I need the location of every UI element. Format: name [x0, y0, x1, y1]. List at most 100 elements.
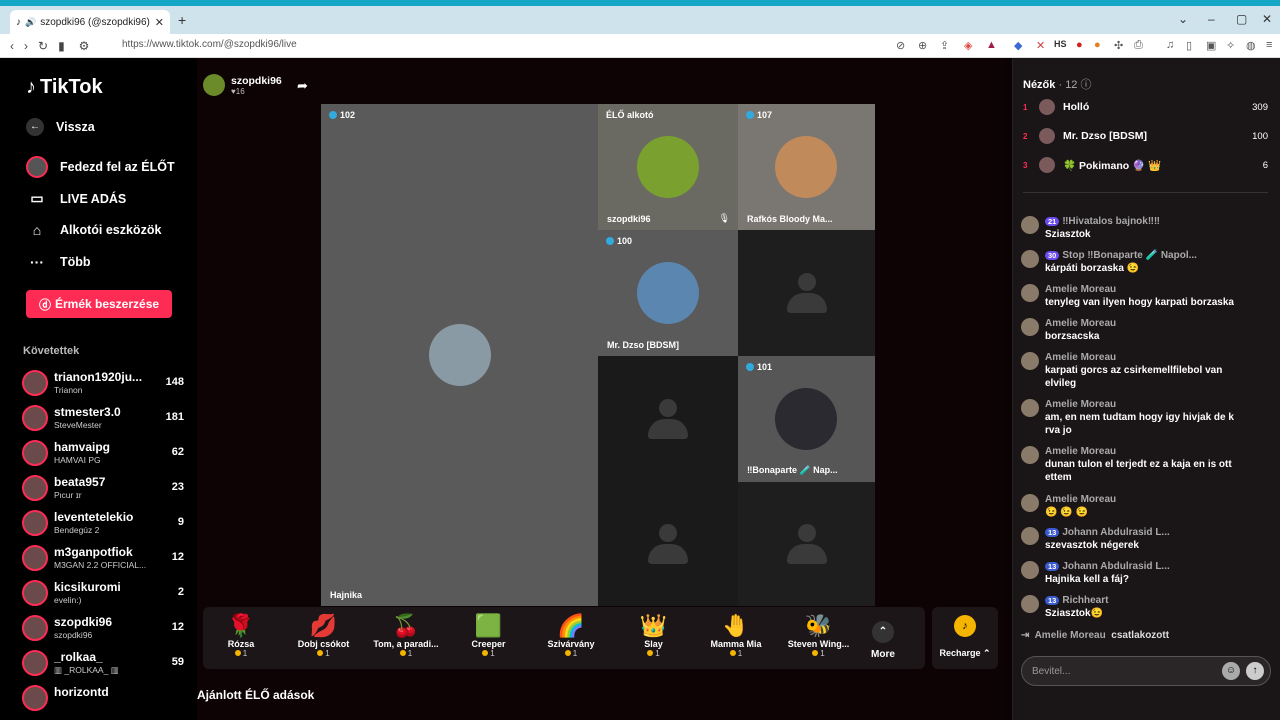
- tile-badge: 101: [746, 362, 772, 372]
- message-text: am, en nem tudtam hogy igy hivjak de k r…: [1045, 412, 1234, 436]
- following-item[interactable]: kicsikuromi evelin:) 2: [22, 578, 186, 610]
- extension-icon[interactable]: HS: [1054, 39, 1067, 49]
- nav-creator-tools[interactable]: ⌂ Alkotói eszközök: [26, 222, 162, 238]
- gift-item[interactable]: 🤚 Mamma Mia 1: [701, 613, 771, 658]
- close-window-icon[interactable]: ✕: [1262, 12, 1272, 26]
- message-text: kárpáti borzaska 😉: [1045, 263, 1140, 274]
- viewers-header[interactable]: Nézők · 12 ⓘ: [1023, 76, 1092, 92]
- emoji-icon[interactable]: ☺: [1222, 662, 1240, 680]
- puzzle-icon[interactable]: ✣: [1114, 39, 1123, 52]
- nav-live[interactable]: ▭ LIVE ADÁS: [26, 190, 126, 207]
- nav-explore-live[interactable]: Fedezd fel az ÉLŐT: [26, 156, 175, 178]
- top-viewer-row[interactable]: 2 Mr. Dzso [BDSM] 100: [1023, 125, 1268, 147]
- wallet-icon[interactable]: ▣: [1206, 39, 1216, 52]
- guest-tile-main[interactable]: 102 Hajnika: [321, 104, 598, 606]
- gift-item[interactable]: 💋 Dobj csókot 1: [289, 613, 359, 658]
- info-icon[interactable]: ⓘ: [1081, 79, 1092, 91]
- sidebar-icon[interactable]: ▯: [1186, 39, 1192, 52]
- gift-item[interactable]: 🍒 Tom, a paradi... 1: [371, 613, 441, 658]
- following-name: _rolkaa_: [54, 650, 103, 664]
- input-placeholder: Bevitel...: [1032, 666, 1071, 677]
- extension-icon[interactable]: ●: [1076, 39, 1083, 51]
- message-text: borzsacska: [1045, 331, 1100, 342]
- following-item[interactable]: horizontd: [22, 683, 186, 715]
- gift-item[interactable]: 🌈 Szivárvány 1: [536, 613, 606, 658]
- zoom-icon[interactable]: ⊕: [918, 39, 927, 52]
- guest-tile[interactable]: 101 ‼Bonaparte 🧪 Nap...: [738, 356, 875, 482]
- host-info[interactable]: szopdki96 ♥16: [203, 74, 282, 96]
- more-gifts-button[interactable]: ⌃ More: [871, 621, 895, 660]
- level-badge: 30: [1045, 251, 1060, 260]
- following-item[interactable]: m3ganpotfiok M3GAN 2.2 OFFICIAL... 12: [22, 543, 186, 575]
- translate-icon[interactable]: ⊘: [896, 39, 905, 52]
- close-tab-icon[interactable]: ✕: [155, 16, 164, 29]
- gift-item[interactable]: 🐝 Steven Wing... 1: [784, 613, 854, 658]
- reload-icon[interactable]: ↻: [38, 39, 48, 53]
- tiktok-logo[interactable]: ♪ TikTok: [26, 76, 103, 99]
- guest-avatar: [429, 324, 491, 386]
- forward-icon[interactable]: ›: [24, 39, 28, 53]
- tiktok-note-icon: ♪: [26, 76, 36, 98]
- extension-icon[interactable]: ✕: [1036, 39, 1045, 52]
- leo-icon[interactable]: ✧: [1226, 39, 1235, 52]
- empty-seat[interactable]: [738, 482, 875, 606]
- empty-seat[interactable]: [598, 482, 738, 606]
- vpn-icon[interactable]: ◍: [1246, 39, 1256, 52]
- avatar: [1021, 284, 1039, 302]
- back-icon[interactable]: ‹: [10, 39, 14, 53]
- share-page-icon[interactable]: ⇪: [940, 39, 949, 52]
- recharge-button[interactable]: ♪ Recharge ⌃: [932, 607, 998, 669]
- gift-item[interactable]: 🟩 Creeper 1: [454, 613, 524, 658]
- browser-tab[interactable]: ♪ 🔊 szopdki96 (@szopdki96) ÉLŐ ✕: [10, 10, 170, 34]
- screenshot-icon[interactable]: ⎙: [1134, 39, 1143, 52]
- rewards-icon[interactable]: ▲: [986, 39, 997, 51]
- brave-shield-icon[interactable]: ◈: [964, 39, 972, 52]
- guest-tile[interactable]: 100 Mr. Dzso [BDSM]: [598, 230, 738, 356]
- send-icon[interactable]: ↑: [1246, 662, 1264, 680]
- minimize-icon[interactable]: –: [1208, 12, 1215, 26]
- following-item[interactable]: beata957 Pιcur ɪr 23: [22, 473, 186, 505]
- music-icon[interactable]: ♫: [1166, 39, 1174, 51]
- maximize-icon[interactable]: ▢: [1236, 12, 1247, 26]
- live-stream-area: szopdki96 ♥16 ➦ 102 Hajnika ÉLŐ alkotó s…: [197, 58, 1005, 720]
- tab-list-icon[interactable]: ⌄: [1178, 12, 1188, 26]
- level-badge: 13: [1045, 528, 1060, 537]
- avatar: [22, 685, 48, 711]
- following-item[interactable]: stmester3.0 SteveMester 181: [22, 403, 186, 435]
- viewers-count: · 12: [1058, 79, 1078, 91]
- message-user: Amelie Moreau: [1045, 318, 1117, 329]
- message-header: Amelie Moreau: [1045, 446, 1116, 457]
- guest-tile[interactable]: 107 Rafkós Bloody Ma...: [738, 104, 875, 230]
- following-item[interactable]: trianon1920ju... Trianon 148: [22, 368, 186, 400]
- gift-item[interactable]: 🌹 Rózsa 1: [206, 613, 276, 658]
- following-item[interactable]: _rolkaa_ ▥ _ROLKAA_ ▥ 59: [22, 648, 186, 680]
- extension-icon[interactable]: ●: [1094, 39, 1101, 51]
- gift-item[interactable]: 👑 Slay 1: [619, 613, 689, 658]
- extension-icon[interactable]: ◆: [1014, 39, 1022, 52]
- menu-icon[interactable]: ≡: [1266, 39, 1272, 51]
- back-button[interactable]: ← Vissza: [26, 118, 95, 136]
- message-user: Richheart: [1062, 595, 1109, 606]
- following-item[interactable]: leventetelekio Bendegúz 2 9: [22, 508, 186, 540]
- nav-more[interactable]: ··· Több: [26, 254, 91, 270]
- share-icon[interactable]: ➦: [297, 78, 308, 94]
- site-settings-icon[interactable]: ⚙: [79, 39, 90, 53]
- avatar: [1021, 352, 1039, 370]
- guest-tile-host[interactable]: ÉLŐ alkotó szopdki96 🎙: [598, 104, 738, 230]
- top-viewer-row[interactable]: 3 🍀 Pokimano 🔮 👑 6: [1023, 154, 1268, 176]
- url-field[interactable]: https://www.tiktok.com/@szopdki96/live: [122, 39, 297, 50]
- following-subtitle: Pιcur ɪr: [54, 490, 82, 500]
- viewer-count: 12: [171, 621, 184, 633]
- top-viewer-row[interactable]: 1 Holló 309: [1023, 96, 1268, 118]
- empty-seat[interactable]: [598, 356, 738, 482]
- avatar: [1021, 399, 1039, 417]
- following-item[interactable]: szopdki96 szopdki96 12: [22, 613, 186, 645]
- empty-seat[interactable]: [738, 230, 875, 356]
- following-item[interactable]: hamvaipg HAMVAI PG 62: [22, 438, 186, 470]
- chat-input[interactable]: Bevitel... ☺ ↑: [1021, 656, 1271, 686]
- host-avatar[interactable]: [203, 74, 225, 96]
- viewer-score: 100: [1252, 130, 1268, 142]
- get-coins-button[interactable]: ⓓ Érmék beszerzése: [26, 290, 172, 318]
- new-tab-icon[interactable]: +: [178, 12, 186, 28]
- bookmark-icon[interactable]: ▮: [58, 39, 65, 53]
